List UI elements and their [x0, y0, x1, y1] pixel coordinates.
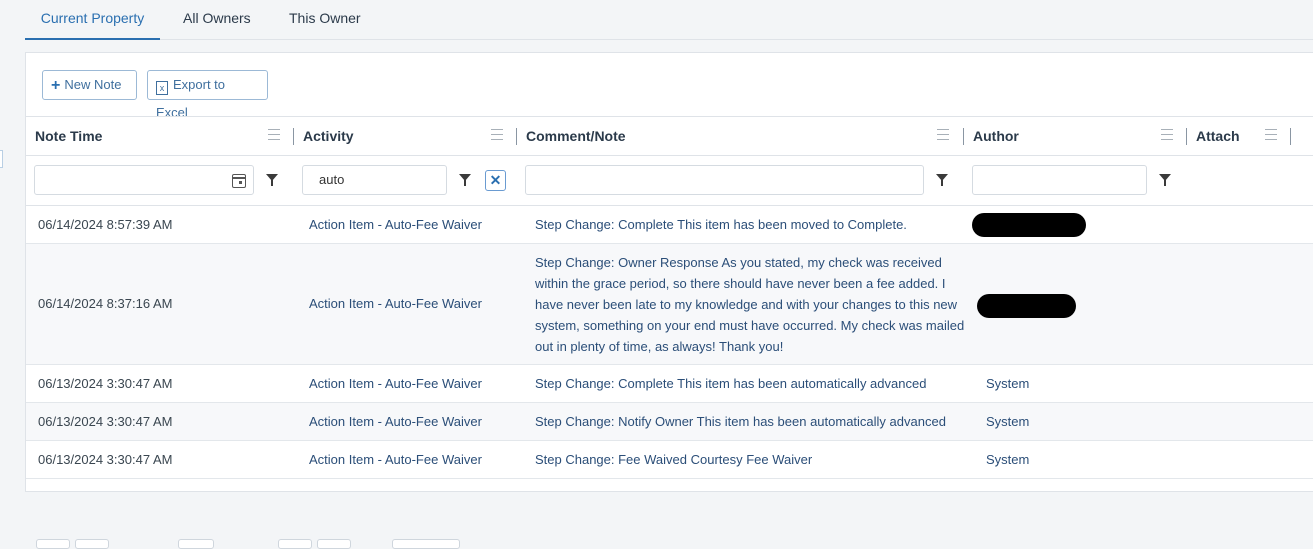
col-header-attach[interactable]: Attach	[1196, 117, 1240, 155]
activity-cell: Action Item - Auto-Fee Waiver	[309, 376, 482, 391]
note-time-cell: 06/14/2024 8:37:16 AM	[38, 296, 173, 311]
author-cell: System	[986, 376, 1030, 391]
pager-prev-button[interactable]	[75, 539, 109, 549]
note-time-cell: 06/13/2024 3:30:47 AM	[38, 376, 173, 391]
column-divider[interactable]	[293, 128, 294, 145]
column-menu-icon[interactable]	[268, 129, 280, 140]
pager	[26, 533, 1313, 549]
tab-current-property[interactable]: Current Property	[25, 0, 160, 40]
filter-row: auto ✕	[26, 156, 1313, 206]
col-header-author[interactable]: Author	[973, 117, 1019, 155]
pager-page-input[interactable]	[178, 539, 214, 549]
author-cell: System	[986, 452, 1030, 467]
column-menu-icon[interactable]	[937, 129, 949, 140]
tab-bar: Current Property All Owners This Owner	[25, 0, 1313, 40]
redacted-author	[977, 294, 1076, 318]
new-note-button[interactable]: + New Note	[42, 70, 137, 100]
column-divider[interactable]	[1290, 128, 1291, 145]
table-row[interactable]: 06/13/2024 3:30:47 AM Action Item - Auto…	[26, 365, 1313, 403]
activity-cell: Action Item - Auto-Fee Waiver	[309, 217, 482, 232]
calendar-icon[interactable]	[232, 174, 246, 188]
note-cell: Step Change: Notify Owner This item has …	[535, 414, 946, 429]
column-divider[interactable]	[516, 128, 517, 145]
export-excel-button[interactable]: x Export to Excel	[147, 70, 268, 120]
col-header-note-time[interactable]: Note Time	[35, 117, 102, 155]
note-cell: Step Change: Fee Waived Courtesy Fee Wai…	[535, 452, 813, 467]
plus-icon: +	[51, 77, 61, 94]
pager-first-button[interactable]	[36, 539, 70, 549]
notes-panel: + New Note x Export to Excel Note Time Act…	[25, 52, 1313, 549]
clear-filter-button[interactable]: ✕	[485, 170, 506, 191]
page-size-select[interactable]	[392, 539, 460, 549]
redacted-author	[972, 213, 1086, 237]
collapse-handle[interactable]	[0, 150, 3, 168]
table-row[interactable]: 06/14/2024 8:57:39 AM Action Item - Auto…	[26, 206, 1313, 244]
table-row[interactable]: 06/13/2024 3:30:47 AM Action Item - Auto…	[26, 403, 1313, 441]
grid-body: 06/14/2024 8:57:39 AM Action Item - Auto…	[26, 206, 1313, 479]
column-menu-icon[interactable]	[491, 129, 503, 140]
column-menu-icon[interactable]	[1265, 129, 1277, 140]
col-header-activity[interactable]: Activity	[303, 117, 354, 155]
new-note-label: New Note	[64, 77, 122, 92]
column-divider[interactable]	[1186, 128, 1187, 145]
filter-icon[interactable]	[459, 174, 471, 186]
activity-cell: Action Item - Auto-Fee Waiver	[309, 414, 482, 429]
filter-icon[interactable]	[266, 174, 278, 186]
note-time-cell: 06/13/2024 3:30:47 AM	[38, 452, 173, 467]
activity-filter-input[interactable]: auto	[302, 165, 447, 195]
pager-next-button[interactable]	[278, 539, 312, 549]
grid-header: Note Time Activity Comment/Note Author A…	[26, 116, 1313, 156]
filter-icon[interactable]	[1159, 174, 1171, 186]
note-cell: Step Change: Owner Response As you state…	[535, 255, 965, 354]
note-time-filter-input[interactable]	[34, 165, 254, 195]
note-time-cell: 06/13/2024 3:30:47 AM	[38, 414, 173, 429]
comment-filter-input[interactable]	[525, 165, 924, 195]
activity-cell: Action Item - Auto-Fee Waiver	[309, 296, 482, 311]
note-cell: Step Change: Complete This item has been…	[535, 217, 907, 232]
filter-icon[interactable]	[936, 174, 948, 186]
tab-this-owner[interactable]: This Owner	[289, 0, 361, 39]
column-divider[interactable]	[963, 128, 964, 145]
author-cell: System	[986, 414, 1030, 429]
note-time-cell: 06/14/2024 8:57:39 AM	[38, 217, 173, 232]
pager-last-button[interactable]	[317, 539, 351, 549]
activity-cell: Action Item - Auto-Fee Waiver	[309, 452, 482, 467]
note-cell: Step Change: Complete This item has been…	[535, 376, 927, 391]
excel-icon: x	[156, 81, 168, 95]
col-header-comment[interactable]: Comment/Note	[526, 117, 626, 155]
tab-all-owners[interactable]: All Owners	[183, 0, 251, 39]
author-filter-input[interactable]	[972, 165, 1147, 195]
table-row[interactable]: 06/13/2024 3:30:47 AM Action Item - Auto…	[26, 441, 1313, 479]
table-row[interactable]: 06/14/2024 8:37:16 AM Action Item - Auto…	[26, 244, 1313, 365]
column-menu-icon[interactable]	[1161, 129, 1173, 140]
